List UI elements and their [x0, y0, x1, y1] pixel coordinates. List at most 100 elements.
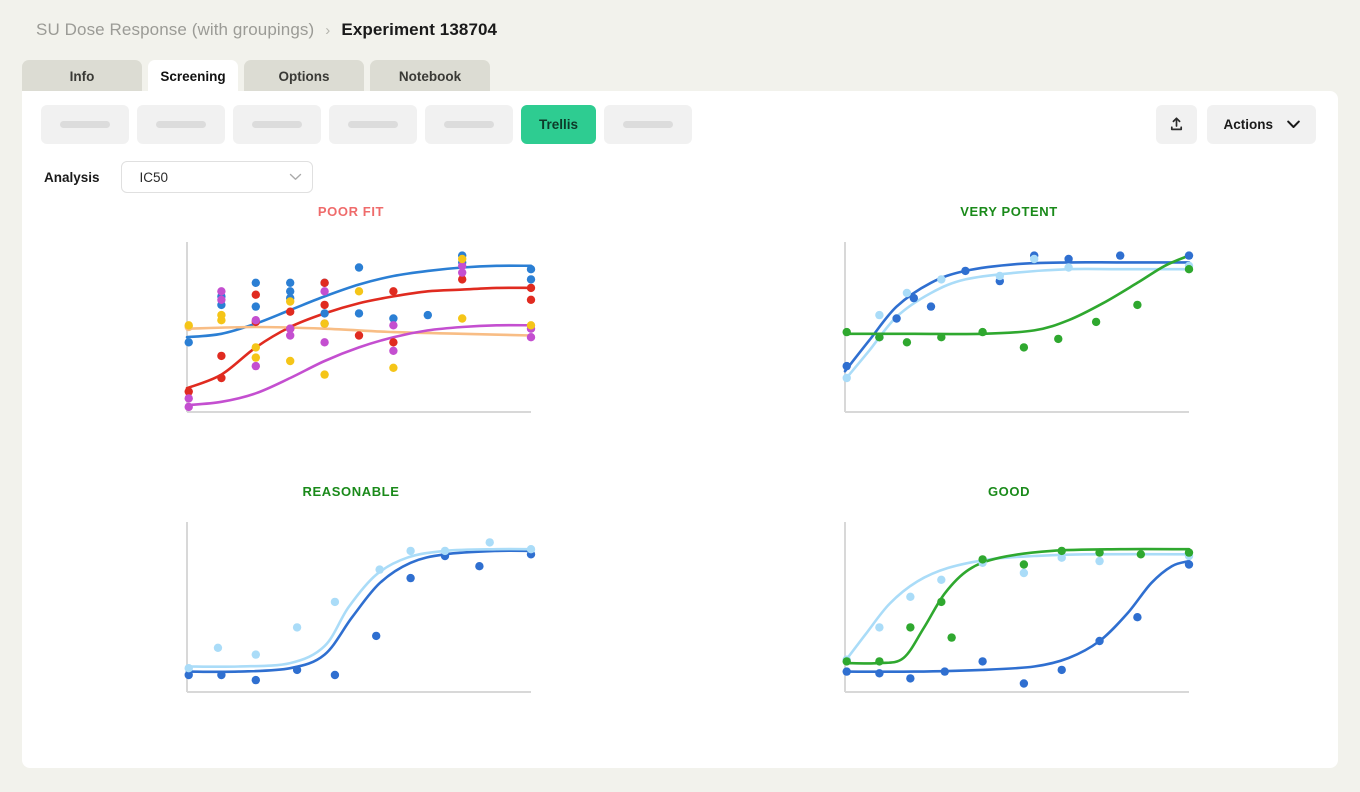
data-point[interactable]: [937, 597, 946, 607]
trellis-button[interactable]: Trellis: [521, 105, 596, 144]
toolbar-placeholder-button-6[interactable]: [604, 105, 692, 144]
dose-response-plot[interactable]: [22, 514, 680, 714]
data-point[interactable]: [842, 373, 851, 383]
data-point[interactable]: [1184, 560, 1194, 569]
data-point[interactable]: [475, 562, 484, 571]
data-point[interactable]: [458, 254, 467, 264]
data-point[interactable]: [526, 283, 536, 293]
data-point[interactable]: [526, 333, 536, 342]
data-point[interactable]: [184, 394, 193, 403]
data-point[interactable]: [286, 331, 295, 340]
data-point[interactable]: [978, 327, 987, 337]
data-point[interactable]: [1019, 343, 1029, 352]
data-point[interactable]: [389, 338, 398, 347]
data-point[interactable]: [1184, 265, 1194, 274]
data-point[interactable]: [1133, 300, 1142, 310]
data-point[interactable]: [1133, 613, 1142, 622]
data-point[interactable]: [1095, 548, 1104, 557]
data-point[interactable]: [217, 295, 226, 304]
data-point[interactable]: [320, 300, 329, 310]
data-point[interactable]: [330, 597, 340, 607]
dose-response-plot[interactable]: [680, 514, 1338, 714]
data-point[interactable]: [1095, 636, 1104, 646]
data-point[interactable]: [251, 316, 260, 325]
data-point[interactable]: [406, 573, 415, 583]
tab-notebook[interactable]: Notebook: [370, 60, 490, 94]
data-point[interactable]: [526, 265, 536, 274]
actions-dropdown-button[interactable]: Actions: [1207, 105, 1316, 144]
data-point[interactable]: [292, 665, 302, 675]
data-point[interactable]: [937, 575, 946, 584]
data-point[interactable]: [320, 278, 329, 287]
data-point[interactable]: [1057, 546, 1066, 556]
data-point[interactable]: [978, 555, 987, 564]
data-point[interactable]: [286, 356, 295, 366]
data-point[interactable]: [184, 664, 193, 673]
data-point[interactable]: [217, 373, 226, 383]
data-point[interactable]: [1030, 254, 1039, 264]
data-point[interactable]: [458, 314, 467, 323]
data-point[interactable]: [251, 650, 260, 659]
data-point[interactable]: [940, 667, 949, 676]
data-point[interactable]: [1019, 679, 1029, 688]
dose-response-plot[interactable]: [22, 234, 680, 434]
dose-response-plot[interactable]: [680, 234, 1338, 434]
data-point[interactable]: [1184, 548, 1194, 557]
data-point[interactable]: [906, 674, 915, 683]
data-point[interactable]: [354, 287, 364, 296]
data-point[interactable]: [320, 309, 329, 318]
tab-screening[interactable]: Screening: [148, 60, 238, 94]
data-point[interactable]: [286, 297, 295, 306]
toolbar-placeholder-button-5[interactable]: [425, 105, 513, 144]
data-point[interactable]: [217, 351, 226, 361]
data-point[interactable]: [842, 327, 851, 337]
data-point[interactable]: [354, 331, 364, 340]
toolbar-placeholder-button-2[interactable]: [137, 105, 225, 144]
data-point[interactable]: [995, 271, 1004, 281]
data-point[interactable]: [875, 623, 884, 632]
data-point[interactable]: [875, 310, 884, 320]
tab-options[interactable]: Options: [244, 60, 364, 94]
data-point[interactable]: [1054, 334, 1063, 344]
data-point[interactable]: [330, 670, 340, 680]
upload-button[interactable]: [1156, 105, 1198, 144]
data-point[interactable]: [389, 321, 398, 330]
data-point[interactable]: [892, 314, 901, 323]
data-point[interactable]: [320, 370, 329, 379]
data-point[interactable]: [1064, 263, 1073, 272]
data-point[interactable]: [389, 287, 398, 296]
data-point[interactable]: [978, 657, 987, 666]
data-point[interactable]: [292, 623, 302, 632]
data-point[interactable]: [875, 669, 884, 678]
data-point[interactable]: [458, 268, 467, 277]
data-point[interactable]: [526, 275, 536, 284]
data-point[interactable]: [526, 295, 536, 304]
data-point[interactable]: [906, 592, 915, 601]
data-point[interactable]: [251, 290, 260, 299]
data-point[interactable]: [1064, 254, 1073, 264]
data-point[interactable]: [286, 278, 295, 287]
data-point[interactable]: [389, 346, 398, 355]
data-point[interactable]: [937, 275, 946, 284]
data-point[interactable]: [906, 623, 915, 632]
data-point[interactable]: [842, 657, 851, 666]
data-point[interactable]: [902, 338, 912, 347]
data-point[interactable]: [184, 321, 193, 330]
data-point[interactable]: [1116, 251, 1125, 260]
data-point[interactable]: [184, 402, 193, 412]
data-point[interactable]: [875, 333, 884, 342]
data-point[interactable]: [909, 293, 918, 303]
data-point[interactable]: [937, 333, 946, 342]
data-point[interactable]: [251, 278, 260, 287]
analysis-select[interactable]: IC50: [120, 161, 313, 193]
toolbar-placeholder-button-1[interactable]: [41, 105, 129, 144]
data-point[interactable]: [217, 316, 226, 325]
data-point[interactable]: [485, 538, 494, 547]
data-point[interactable]: [217, 287, 226, 296]
data-point[interactable]: [320, 319, 329, 328]
data-point[interactable]: [1057, 665, 1066, 675]
data-point[interactable]: [842, 667, 851, 676]
data-point[interactable]: [526, 545, 536, 554]
data-point[interactable]: [320, 338, 329, 347]
data-point[interactable]: [372, 631, 381, 641]
